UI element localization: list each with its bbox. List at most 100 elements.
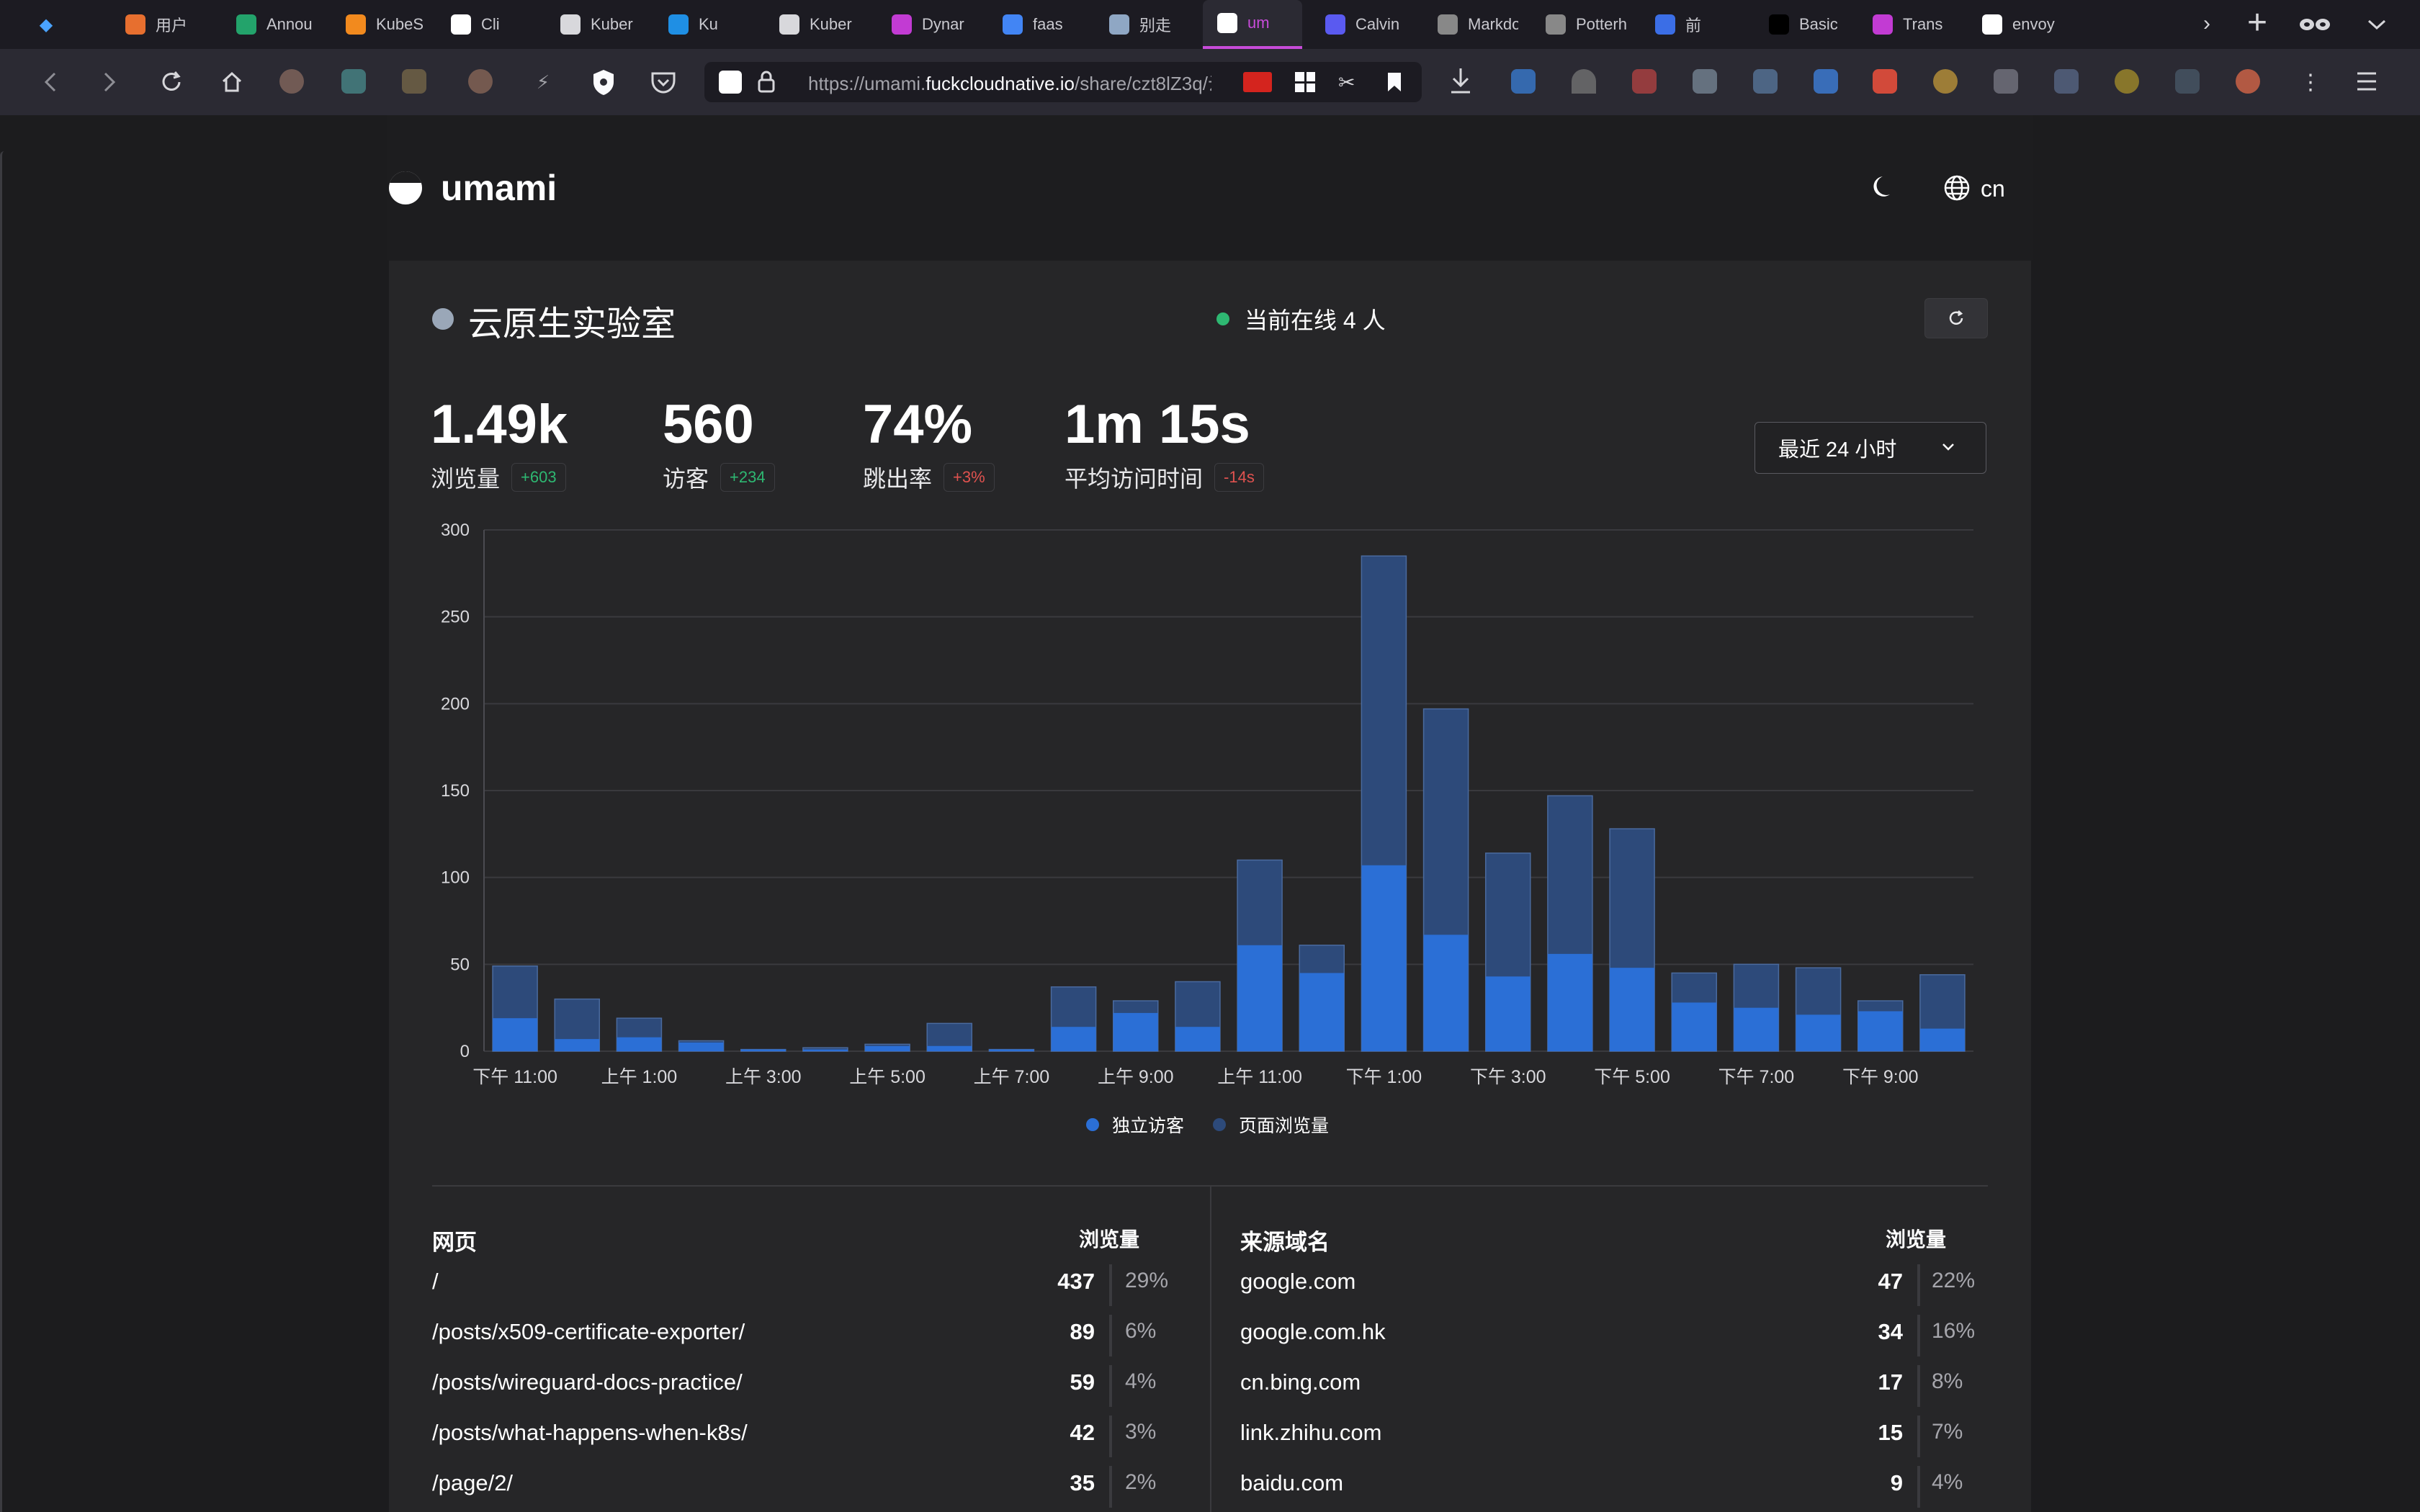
extension-icon-16[interactable] [2236,69,2260,94]
download-icon[interactable] [1448,66,1474,96]
table-row[interactable]: /page/2/35 2% [432,1466,1181,1512]
extension-icon-4[interactable] [468,69,493,94]
row-label[interactable]: /posts/x509-certificate-exporter/ [432,1319,745,1345]
extension-icon-5[interactable] [1511,69,1536,94]
extension-icon-7[interactable] [1632,69,1657,94]
firefox-view-icon[interactable]: ◆ [24,0,68,49]
row-label[interactable]: google.com [1240,1269,1355,1295]
reload-icon[interactable] [156,66,187,98]
app-menu-icon[interactable] [2355,71,2378,92]
extension-icon-9[interactable] [1753,69,1778,94]
extension-icon-1[interactable] [279,69,304,94]
browser-tab[interactable]: faas [988,0,1083,49]
overflow-menu-icon[interactable]: ⋮ [2295,66,2326,98]
language-selector[interactable]: cn [1981,176,2005,202]
extension-icon-6[interactable] [1572,69,1596,94]
table-row[interactable]: cn.bing.com 17 8% [1240,1365,1989,1420]
table-row[interactable]: link.zhihu.com 15 7% [1240,1416,1989,1470]
extension-icon-15[interactable] [2175,69,2200,94]
column-divider [1210,1185,1211,1512]
browser-tab[interactable]: Basic [1754,0,1850,49]
table-row[interactable]: /posts/wireguard-docs-practice/59 4% [432,1365,1181,1420]
extension-icon-12[interactable] [1994,69,2018,94]
browser-tab[interactable]: 用户 [111,0,206,49]
date-range-select[interactable]: 最近 24 小时 [1754,422,1986,474]
browser-tab[interactable]: Markdown [1423,0,1518,49]
brand-name[interactable]: umami [441,167,557,209]
browser-tab[interactable]: 别走 [1095,0,1190,49]
tab-title: envoy [2012,15,2055,33]
tab-scroll-right-icon[interactable]: › [2200,12,2214,37]
browser-tab[interactable]: um [1203,0,1302,49]
umami-logo-icon[interactable] [389,171,422,204]
row-label[interactable]: google.com.hk [1240,1319,1386,1345]
url-text[interactable]: https://umami.fuckcloudnative.io/share/c… [808,69,1211,96]
globe-icon[interactable] [1943,174,1971,202]
legend-item-visitors[interactable]: 独立访客 [1086,1112,1184,1138]
row-label[interactable]: cn.bing.com [1240,1369,1361,1395]
browser-tab[interactable]: Cli [436,0,532,49]
moon-icon[interactable] [1870,173,1899,202]
row-label[interactable]: link.zhihu.com [1240,1420,1381,1446]
row-label[interactable]: baidu.com [1240,1470,1343,1496]
forward-icon[interactable] [94,66,125,98]
table-row[interactable]: / 437 29% [432,1264,1181,1319]
row-label[interactable]: /page/2/ [432,1470,513,1496]
extension-icon-2[interactable] [341,69,366,94]
table-row[interactable]: baidu.com 9 4% [1240,1466,1989,1512]
browser-tab[interactable]: Potterhe's [1531,0,1626,49]
metric-value: 560 [663,394,754,455]
extension-icon-14[interactable] [2115,69,2139,94]
bookmark-icon[interactable] [1386,71,1403,94]
browser-tab[interactable]: KubeS [331,0,426,49]
tab-favicon-icon [1109,14,1129,35]
browser-tab[interactable]: Annou [222,0,317,49]
metric-label: 平均访问时间 [1065,466,1204,492]
hk-flag-icon[interactable] [1243,72,1272,92]
table-row[interactable]: /posts/x509-certificate-exporter/89 6% [432,1315,1181,1369]
puzzle-icon[interactable] [1814,69,1838,94]
extension-icon-10[interactable] [1873,69,1897,94]
row-share-bar [1109,1466,1112,1508]
browser-tab[interactable]: Trans [1858,0,1953,49]
extension-icon-13[interactable] [2054,69,2079,94]
screenshot-icon[interactable]: ✂ [1338,71,1363,94]
extension-icon-11[interactable] [1933,69,1958,94]
legend-dot [1086,1118,1099,1131]
address-bar[interactable]: https://umami.fuckcloudnative.io/share/c… [704,62,1422,102]
table-row[interactable]: google.com.hk 34 16% [1240,1315,1989,1369]
browser-tab[interactable]: Calvin [1311,0,1406,49]
refresh-button[interactable] [1924,298,1988,338]
browser-tab[interactable]: Kuber [765,0,860,49]
tab-favicon-icon [779,14,799,35]
home-icon[interactable] [216,66,248,98]
back-icon[interactable] [35,66,66,98]
browser-tab[interactable]: envoy [1968,0,2063,49]
qr-code-icon[interactable] [1295,72,1315,92]
lock-icon[interactable] [756,71,776,94]
list-all-tabs-chevron-icon[interactable] [2367,16,2387,33]
legend-item-pageviews[interactable]: 页面浏览量 [1213,1112,1329,1138]
extension-icon-8[interactable] [1693,69,1717,94]
row-label[interactable]: / [432,1269,439,1295]
site-favicon [719,71,742,94]
browser-tab[interactable]: 前 [1641,0,1736,49]
shield-icon[interactable] [591,68,617,96]
row-label[interactable]: /posts/what-happens-when-k8s/ [432,1420,748,1446]
table-row[interactable]: google.com 47 22% [1240,1264,1989,1319]
row-share-bar [1917,1315,1920,1356]
browser-tab[interactable]: Ku [654,0,749,49]
new-tab-plus-icon[interactable]: + [2247,6,2267,40]
tabbar-right-controls: › + [2200,0,2416,49]
pocket-icon[interactable] [650,69,677,95]
tab-favicon-icon [1003,14,1023,35]
table-row[interactable]: /posts/what-happens-when-k8s/42 3% [432,1416,1181,1470]
lightning-icon[interactable]: ⚡ [527,66,559,98]
tab-title: um [1247,14,1270,32]
extension-icon-3[interactable] [402,69,426,94]
row-percent: 29% [1125,1269,1169,1292]
row-label[interactable]: /posts/wireguard-docs-practice/ [432,1369,743,1395]
browser-tab[interactable]: Kuber [546,0,641,49]
tab-favicon-icon [1655,14,1675,35]
browser-tab[interactable]: Dynar [877,0,972,49]
